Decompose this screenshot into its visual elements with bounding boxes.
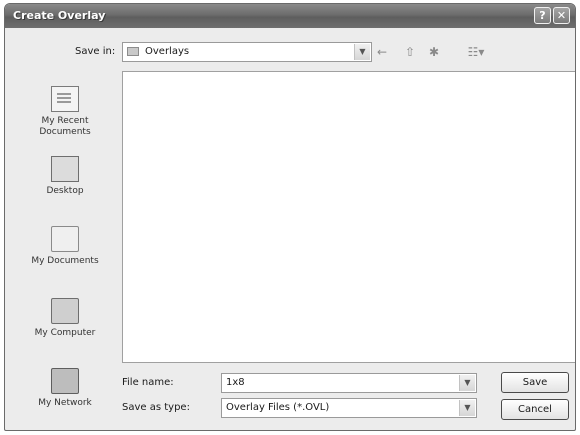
help-button[interactable]: ? [534,7,551,24]
up-folder-icon[interactable]: ⇧ [401,44,419,60]
cancel-button[interactable]: Cancel [501,399,569,420]
my-network-icon [51,368,79,394]
close-button[interactable]: ✕ [553,7,570,24]
place-label: Desktop [46,186,84,196]
place-label: My Computer [34,328,96,338]
save-in-folder-value: Overlays [145,46,190,57]
back-icon[interactable]: ← [373,44,391,60]
place-label: My Documents [31,256,99,266]
save-as-type-dropdown[interactable]: Overlay Files (*.OVL) ▼ [221,398,477,418]
my-computer-icon [51,298,79,324]
dialog-title: Create Overlay [13,9,106,22]
chevron-down-icon[interactable]: ▼ [354,44,370,60]
chevron-down-icon[interactable]: ▼ [459,400,475,416]
desktop-icon [51,156,79,182]
save-in-dropdown[interactable]: Overlays ▼ [122,42,372,62]
place-label: My Recent Documents [39,116,91,137]
save-as-type-value: Overlay Files (*.OVL) [226,402,330,413]
file-name-value: 1x8 [226,377,245,388]
file-name-label: File name: [122,377,174,388]
my-documents-icon [51,226,79,252]
place-desktop[interactable]: Desktop [17,156,113,197]
title-bar[interactable]: Create Overlay ? ✕ [5,4,575,28]
place-label: My Network [38,398,92,408]
file-name-field[interactable]: 1x8 ▼ [221,373,477,393]
save-as-type-label: Save as type: [122,402,190,413]
recent-documents-icon [51,86,79,112]
place-my-computer[interactable]: My Computer [17,298,113,339]
create-overlay-dialog: Create Overlay ? ✕ Save in: Overlays ▼ ←… [4,3,576,431]
folder-icon [127,47,139,56]
view-menu-icon[interactable]: ☷▾ [463,44,489,60]
file-list[interactable] [122,71,575,363]
places-bar: My Recent Documents Desktop My Documents… [17,74,113,419]
save-in-label: Save in: [75,46,116,57]
new-folder-icon[interactable]: ✱ [425,44,443,60]
place-my-network[interactable]: My Network [17,368,113,409]
place-my-recent-documents[interactable]: My Recent Documents [17,86,113,138]
place-my-documents[interactable]: My Documents [17,226,113,267]
chevron-down-icon[interactable]: ▼ [459,375,475,391]
save-button[interactable]: Save [501,372,569,393]
